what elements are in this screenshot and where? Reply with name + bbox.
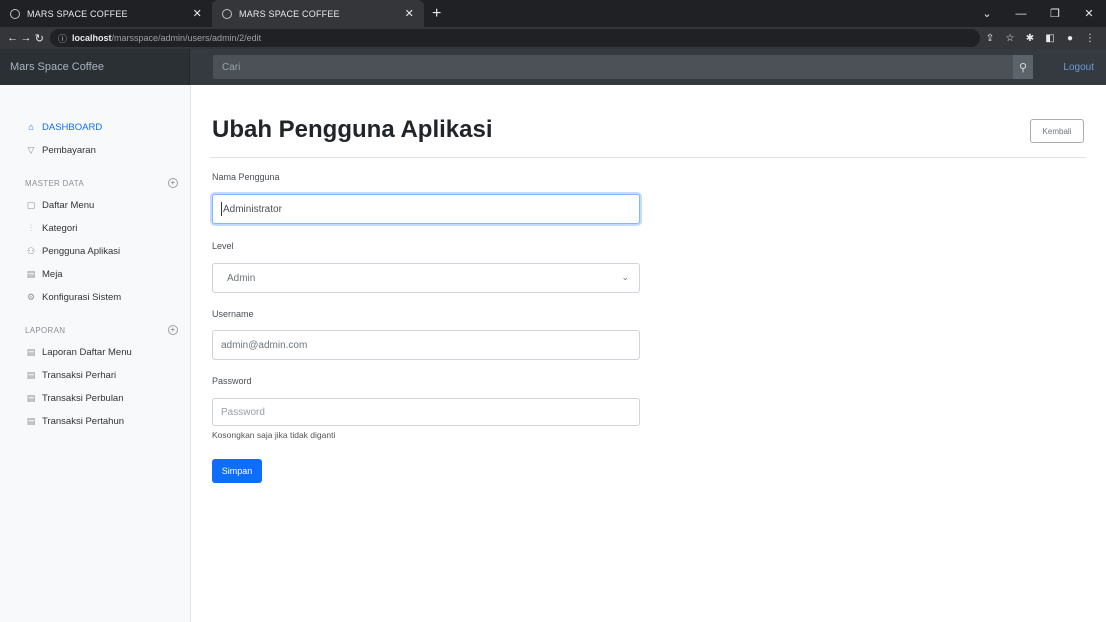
sidebar-item-label: Laporan Daftar Menu: [42, 346, 132, 358]
back-button[interactable]: Kembali: [1030, 119, 1084, 143]
name-label: Nama Pengguna: [212, 172, 280, 182]
password-hint: Kosongkan saja jika tidak diganti: [212, 430, 336, 440]
close-window-icon[interactable]: ✕: [1072, 7, 1106, 20]
document-icon: ▤: [26, 346, 36, 357]
sidebar-heading-label: LAPORAN: [25, 325, 66, 335]
sidebar-item-dashboard[interactable]: ⌂ DASHBOARD: [0, 116, 190, 138]
gear-icon: ⚙: [26, 291, 36, 302]
level-select[interactable]: Admin ⌄: [212, 263, 640, 293]
sidebar-item-pembayaran[interactable]: ▽ Pembayaran: [0, 139, 190, 161]
sidebar-item-pengguna-aplikasi[interactable]: ⚇ Pengguna Aplikasi: [0, 240, 190, 262]
browser-tab-active[interactable]: MARS SPACE COFFEE ✕: [212, 0, 424, 27]
sidebar-item-label: Transaksi Perhari: [42, 369, 117, 381]
plus-circle-icon[interactable]: +: [168, 325, 178, 335]
site-favicon-icon: [10, 8, 20, 19]
file-icon: ▢: [26, 199, 36, 210]
name-value: Administrator: [223, 203, 282, 215]
text-caret: [221, 202, 222, 216]
home-icon: ⌂: [28, 122, 34, 132]
maximize-icon[interactable]: ❐: [1038, 7, 1072, 20]
document-icon: ▤: [26, 415, 36, 426]
sidebar-item-kategori[interactable]: ⫶ Kategori: [0, 217, 190, 239]
back-arrow-icon[interactable]: ←: [6, 32, 19, 44]
app-navbar: Mars Space Coffee Cari ⚲ Logout: [0, 49, 1106, 85]
users-icon: ⚇: [26, 245, 36, 256]
window-controls: ⌄ — ❐ ✕: [970, 0, 1106, 27]
brand-logo[interactable]: Mars Space Coffee: [0, 49, 190, 85]
site-favicon-icon: [222, 8, 232, 19]
site-info-icon[interactable]: ⓘ: [58, 32, 67, 45]
document-icon: ▤: [26, 369, 36, 380]
browser-tab-bar: MARS SPACE COFFEE ✕ MARS SPACE COFFEE ✕ …: [0, 0, 1106, 27]
sidebar-heading-master: MASTER DATA +: [0, 173, 190, 193]
bookmark-star-icon[interactable]: ☆: [1000, 33, 1020, 44]
sidebar-item-label: Pembayaran: [42, 144, 96, 156]
sidebar-item-meja[interactable]: ▤ Meja: [0, 263, 190, 285]
sidebar-item-transaksi-pertahun[interactable]: ▤ Transaksi Pertahun: [0, 410, 190, 432]
document-icon: ▤: [26, 392, 36, 403]
plus-circle-icon[interactable]: +: [168, 178, 178, 188]
extensions-puzzle-icon[interactable]: ✱: [1020, 33, 1040, 44]
tab-close-icon[interactable]: ✕: [405, 7, 414, 20]
sidebar-item-label: Meja: [42, 268, 63, 280]
search-icon: ⚲: [1018, 61, 1028, 74]
sidebar-heading-label: MASTER DATA: [25, 178, 85, 188]
sidebar-item-label: Konfigurasi Sistem: [42, 291, 122, 303]
url-host: localhost: [72, 33, 112, 43]
page-header: Ubah Pengguna Aplikasi Kembali: [210, 116, 1086, 158]
minimize-icon[interactable]: —: [1004, 8, 1038, 20]
layers-icon: ▤: [26, 268, 36, 279]
tab-title: MARS SPACE COFFEE: [239, 8, 340, 19]
browser-tab[interactable]: MARS SPACE COFFEE ✕: [0, 0, 212, 27]
sidebar-item-transaksi-perbulan[interactable]: ▤ Transaksi Perbulan: [0, 387, 190, 409]
sidebar-item-label: Pengguna Aplikasi: [42, 245, 121, 257]
password-field[interactable]: Password: [212, 398, 640, 426]
sidebar-item-label: DASHBOARD: [42, 121, 103, 133]
url-path: /marsspace/admin/users/admin/2/edit: [111, 33, 262, 43]
password-placeholder: Password: [221, 406, 265, 418]
level-label: Level: [212, 241, 234, 251]
page-title: Ubah Pengguna Aplikasi: [212, 116, 493, 143]
search-button[interactable]: ⚲: [1013, 55, 1033, 79]
password-label: Password: [212, 376, 252, 386]
sidebar-item-label: Daftar Menu: [42, 199, 95, 211]
share-icon[interactable]: ⇪: [980, 33, 1000, 44]
save-button[interactable]: Simpan: [212, 459, 262, 483]
sidebar-item-konfigurasi-sistem[interactable]: ⚙ Konfigurasi Sistem: [0, 286, 190, 308]
username-value: admin@admin.com: [221, 339, 308, 351]
browser-menu-icon[interactable]: ⋮: [1080, 33, 1100, 44]
cart-icon: ▽: [27, 144, 35, 155]
username-label: Username: [212, 309, 254, 319]
level-value: Admin: [227, 272, 256, 284]
username-field[interactable]: admin@admin.com: [212, 330, 640, 360]
sidebar-item-label: Transaksi Pertahun: [42, 415, 125, 427]
tab-close-icon[interactable]: ✕: [193, 7, 202, 20]
chevron-down-icon: ⌄: [621, 272, 629, 282]
bar-chart-icon: ⫶: [29, 222, 33, 233]
sidebar: ⌂ DASHBOARD ▽ Pembayaran MASTER DATA + ▢…: [0, 85, 191, 622]
sidebar-item-label: Transaksi Perbulan: [42, 392, 124, 404]
url-input[interactable]: ⓘ localhost /marsspace/admin/users/admin…: [49, 29, 980, 47]
browser-address-bar: ← → ↻ ⓘ localhost /marsspace/admin/users…: [0, 27, 1106, 49]
sidebar-item-daftar-menu[interactable]: ▢ Daftar Menu: [0, 194, 190, 216]
name-field[interactable]: Administrator: [212, 194, 640, 224]
search-input[interactable]: Cari: [213, 55, 1013, 79]
sidebar-heading-laporan: LAPORAN +: [0, 320, 190, 340]
sidebar-item-laporan-daftar-menu[interactable]: ▤ Laporan Daftar Menu: [0, 341, 190, 363]
logout-link[interactable]: Logout: [1063, 62, 1094, 73]
tab-title: MARS SPACE COFFEE: [27, 8, 128, 19]
sidebar-item-transaksi-perhari[interactable]: ▤ Transaksi Perhari: [0, 364, 190, 386]
reload-icon[interactable]: ↻: [33, 32, 46, 45]
browser-extensions: ⇪ ☆ ✱ ◧ ● ⋮: [980, 33, 1100, 44]
new-tab-button[interactable]: +: [432, 0, 441, 27]
sidepanel-icon[interactable]: ◧: [1040, 33, 1060, 44]
sidebar-item-label: Kategori: [42, 222, 78, 234]
forward-arrow-icon[interactable]: →: [19, 32, 32, 44]
tab-search-icon[interactable]: ⌄: [970, 7, 1004, 20]
profile-icon[interactable]: ●: [1060, 33, 1080, 44]
